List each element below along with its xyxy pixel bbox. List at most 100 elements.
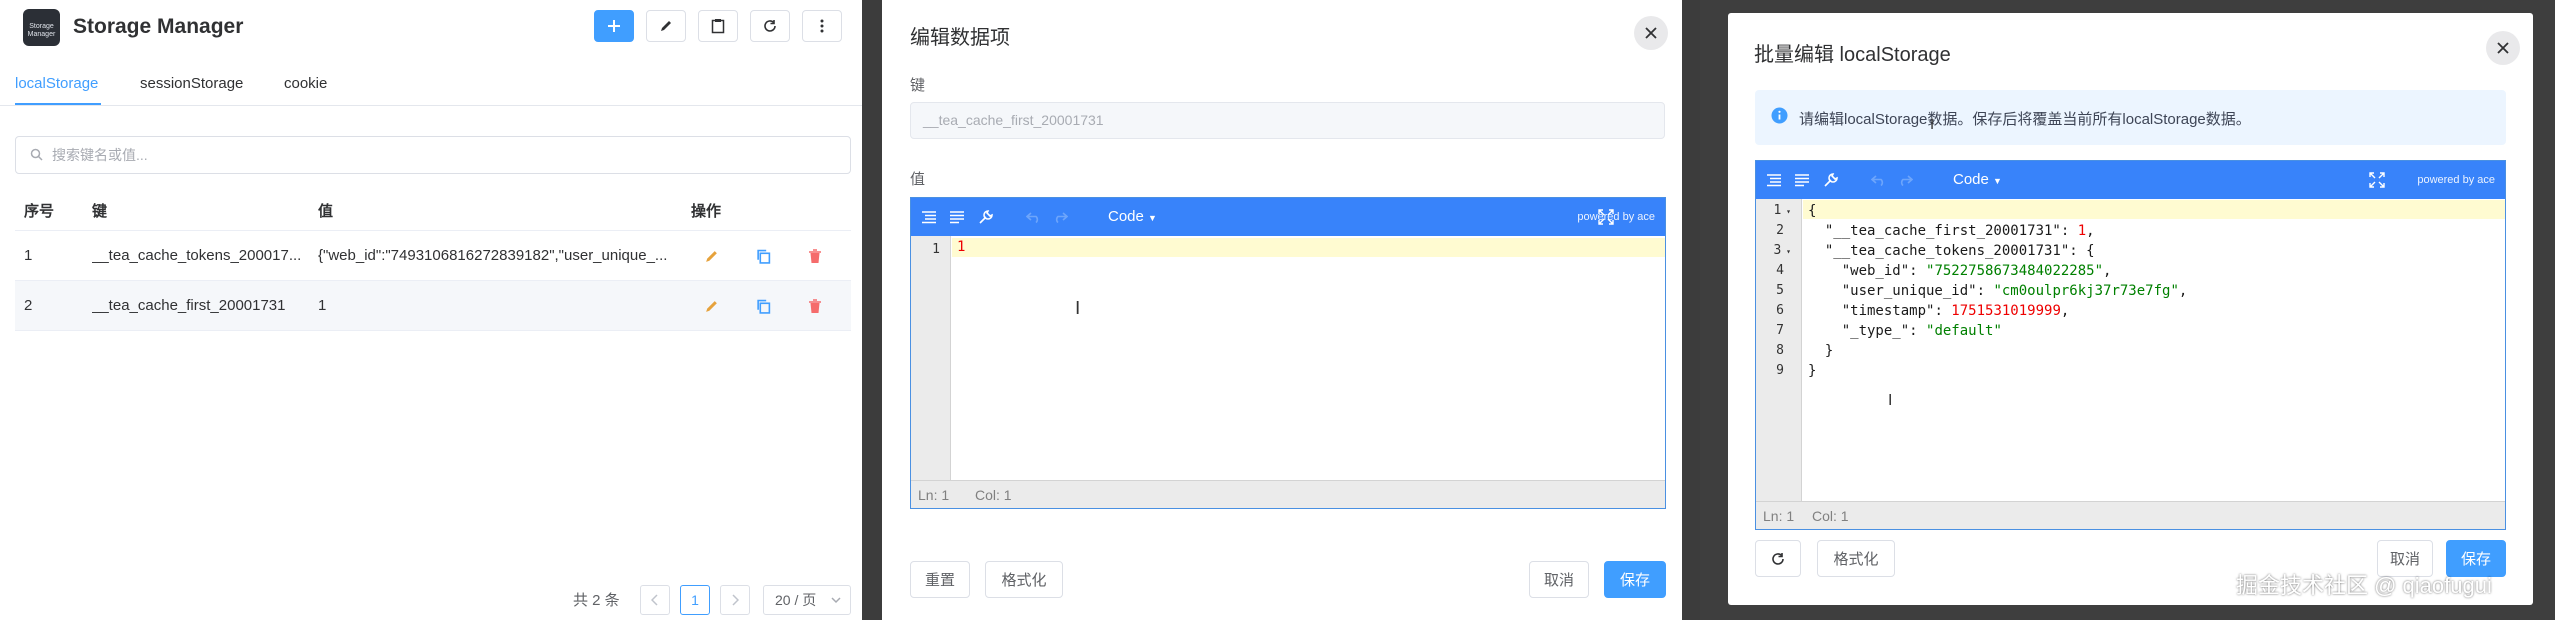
- active-tab-indicator: [15, 103, 101, 105]
- edit-row-button[interactable]: [701, 246, 721, 266]
- code-line: 1: [957, 239, 965, 255]
- json-key: "_type_": [1841, 323, 1910, 339]
- format-icon[interactable]: [1765, 171, 1783, 189]
- app-logo: Storage Manager: [23, 9, 60, 46]
- repair-icon[interactable]: [977, 208, 995, 226]
- format-icon[interactable]: [920, 208, 938, 226]
- next-page-button[interactable]: [720, 585, 750, 615]
- value-label: 值: [910, 171, 926, 188]
- chevron-right-icon: [732, 594, 739, 606]
- search-input[interactable]: [52, 145, 832, 165]
- code-line: "web_id": "7522758673484022285",: [1841, 263, 2112, 279]
- storage-tabs: localStorage sessionStorage cookie: [0, 66, 862, 106]
- line-number: 9: [1776, 363, 1784, 378]
- repair-icon[interactable]: [1822, 171, 1840, 189]
- key-input[interactable]: __tea_cache_first_20001731: [910, 102, 1665, 139]
- plus-icon: [608, 20, 620, 32]
- close-icon: [2497, 42, 2509, 54]
- fold-icon[interactable]: ▾: [1781, 247, 1791, 256]
- mouse-cursor: I: [1888, 391, 1893, 409]
- active-line-highlight: [952, 238, 1665, 257]
- batch-code-editor[interactable]: Code ▼ powered by ace 1 ▾ 2 3 ▾ 4 5 6 7 …: [1755, 160, 2506, 530]
- storage-table: 序号 键 值 操作 1 __tea_cache_tokens_200017...…: [15, 191, 851, 331]
- undo-icon[interactable]: [1025, 208, 1043, 226]
- code-line: }: [1808, 363, 1817, 379]
- row-value: {"web_id":"7493106816272839182","user_un…: [318, 247, 668, 264]
- mode-label: Code: [1108, 208, 1144, 225]
- json-key: "user_unique_id": [1841, 283, 1977, 299]
- watermark: 掘金技术社区 @ qiaofugui: [2236, 573, 2492, 598]
- batch-edit-button[interactable]: [646, 10, 686, 42]
- compact-icon[interactable]: [948, 208, 966, 226]
- edit-row-button[interactable]: [701, 296, 721, 316]
- format-button[interactable]: 格式化: [985, 561, 1063, 598]
- save-button[interactable]: 保存: [1604, 561, 1666, 598]
- edit-item-dialog: 编辑数据项 键 __tea_cache_first_20001731 值 Cod…: [882, 0, 1682, 620]
- status-column: Col: 1: [1812, 508, 1849, 524]
- app-header: Storage Manager Storage Manager: [0, 0, 862, 56]
- editor-toolbar: Code ▼ powered by ace: [1756, 161, 2505, 199]
- chevron-left-icon: [651, 594, 658, 606]
- mode-selector[interactable]: Code ▼: [1953, 171, 2002, 188]
- copy-row-button[interactable]: [753, 246, 773, 266]
- line-number: 8: [1776, 343, 1784, 358]
- json-content: { "__tea_cache_first_20001731": 1, "__te…: [1808, 201, 2187, 381]
- code-line: "timestamp": 1751531019999,: [1841, 303, 2070, 319]
- app-logo-text: Storage Manager: [27, 23, 56, 38]
- reset-button[interactable]: 重置: [910, 561, 970, 598]
- chevron-down-icon: [831, 597, 841, 604]
- page-number[interactable]: 1: [680, 585, 710, 615]
- redo-icon[interactable]: [1896, 171, 1914, 189]
- line-number: 4: [1776, 263, 1784, 278]
- search-box: [15, 136, 851, 174]
- compact-icon[interactable]: [1793, 171, 1811, 189]
- json-string: "7522758673484022285": [1926, 263, 2104, 279]
- tab-sessionstorage[interactable]: sessionStorage: [140, 75, 243, 92]
- mode-selector[interactable]: Code ▼: [1108, 208, 1157, 225]
- json-key: "web_id": [1841, 263, 1910, 279]
- clipboard-button[interactable]: [698, 10, 738, 42]
- mode-label: Code: [1953, 171, 1989, 188]
- copy-row-button[interactable]: [753, 296, 773, 316]
- more-vertical-icon: [820, 19, 824, 33]
- line-number: 2: [1776, 223, 1784, 238]
- format-button[interactable]: 格式化: [1817, 540, 1895, 577]
- json-key: "timestamp": [1841, 303, 1935, 319]
- delete-row-button[interactable]: [805, 296, 825, 316]
- tab-cookie[interactable]: cookie: [284, 75, 327, 92]
- tab-localstorage[interactable]: localStorage: [15, 75, 98, 92]
- pagination-total: 共 2 条: [573, 592, 620, 609]
- undo-icon[interactable]: [1870, 171, 1888, 189]
- search-icon: [30, 148, 43, 161]
- json-key: "__tea_cache_tokens_20001731": [1824, 243, 2070, 259]
- close-button[interactable]: [1634, 16, 1668, 50]
- code-line: "_type_": "default": [1841, 323, 2002, 339]
- close-icon: [1645, 27, 1657, 39]
- value-code-editor[interactable]: Code ▼ powered by ace 1 1 Ln: 1 Col: 1: [910, 197, 1666, 509]
- clipboard-icon: [711, 19, 725, 34]
- row-index: 2: [24, 297, 33, 314]
- fullscreen-icon[interactable]: [2368, 171, 2386, 189]
- caret-down-icon: ▼: [1993, 176, 2002, 186]
- alert-message: 请编辑localStorage数据。保存后将覆盖当前所有localStorage…: [1799, 111, 2251, 128]
- table-header: 序号 键 值 操作: [15, 191, 851, 231]
- trash-icon: [809, 248, 821, 263]
- close-button[interactable]: [2486, 31, 2520, 65]
- reload-button[interactable]: [1755, 540, 1801, 577]
- storage-manager-panel: Storage Manager Storage Manager localSto…: [0, 0, 862, 620]
- refresh-button[interactable]: [750, 10, 790, 42]
- code-line: }: [1808, 343, 1834, 359]
- redo-icon[interactable]: [1051, 208, 1069, 226]
- add-button[interactable]: [594, 10, 634, 42]
- row-key: __tea_cache_tokens_200017...: [92, 247, 302, 264]
- prev-page-button[interactable]: [640, 585, 670, 615]
- cancel-button[interactable]: 取消: [1529, 561, 1589, 598]
- delete-row-button[interactable]: [805, 246, 825, 266]
- fold-icon[interactable]: ▾: [1781, 207, 1791, 216]
- pencil-icon: [705, 300, 717, 312]
- line-number: 6: [1776, 303, 1784, 318]
- more-button[interactable]: [802, 10, 842, 42]
- json-key: "__tea_cache_first_20001731": [1824, 223, 2061, 239]
- row-value: 1: [318, 297, 327, 314]
- page-size-select[interactable]: 20 / 页: [763, 585, 851, 615]
